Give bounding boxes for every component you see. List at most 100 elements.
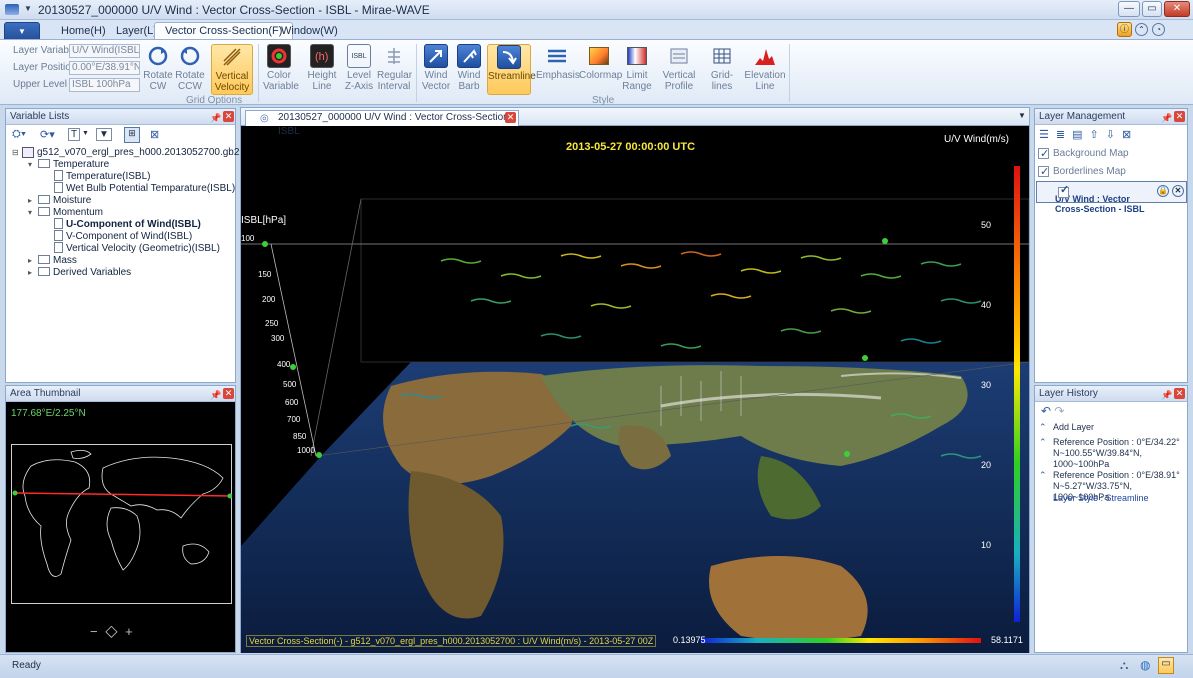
collapse-icon[interactable]: ▾ bbox=[28, 159, 38, 171]
layer-folder-icon[interactable]: ▤ bbox=[1072, 129, 1089, 141]
tree-folder[interactable]: ▾ Momentum bbox=[28, 206, 103, 219]
window-status-icon[interactable]: ▭ bbox=[1158, 657, 1174, 674]
close-button[interactable]: ✕ bbox=[1164, 1, 1190, 17]
undo-icon[interactable]: ↶ bbox=[1041, 404, 1051, 418]
expand-icon[interactable]: ▸ bbox=[28, 267, 38, 279]
tree-variable[interactable]: U-Component of Wind(ISBL) bbox=[54, 218, 201, 231]
view-footer: Vector Cross-Section(-) - g512_v070_ergl… bbox=[246, 635, 657, 647]
lock-icon[interactable]: 🔒 bbox=[1157, 185, 1169, 197]
pin-icon[interactable]: 📌 bbox=[1161, 111, 1172, 126]
close-panel-icon[interactable]: ✕ bbox=[1174, 388, 1185, 399]
wind-vector-icon bbox=[424, 44, 448, 68]
layer-remove-icon[interactable]: ⊠ bbox=[1122, 129, 1138, 141]
level-zaxis-button[interactable]: ISBL Level Z-Axis bbox=[344, 44, 374, 92]
height-line-button[interactable]: (h) Height Line bbox=[305, 44, 339, 92]
color-variable-button[interactable]: Color Variable bbox=[263, 44, 299, 92]
elevation-line-button[interactable]: Elevation Line bbox=[744, 44, 786, 92]
tree-label: Temperature bbox=[53, 159, 110, 170]
rotate-ccw-button[interactable]: Rotate CCW bbox=[175, 44, 205, 92]
layer-variable-field[interactable]: U/V Wind(ISBL) bbox=[69, 44, 140, 58]
colormap-button[interactable]: Colormap bbox=[579, 44, 622, 81]
close-panel-icon[interactable]: ✕ bbox=[223, 111, 234, 122]
vertical-velocity-button[interactable]: Vertical Velocity bbox=[211, 44, 253, 95]
tree-variable[interactable]: Vertical Velocity (Geometric)(ISBL) bbox=[54, 242, 220, 255]
view-tab[interactable]: ◎ 20130527_000000 U/V Wind : Vector Cros… bbox=[245, 110, 519, 137]
history-style-item[interactable]: Layer Style : Streamline bbox=[1053, 493, 1149, 503]
layers-icon[interactable]: ☰ bbox=[1039, 129, 1056, 141]
tab-window[interactable]: Window(W) bbox=[270, 22, 349, 40]
emphasis-button[interactable]: Emphasis bbox=[536, 44, 580, 81]
tree-variable[interactable]: Wet Bulb Potential Temparature(ISBL) bbox=[54, 182, 235, 195]
collapse-icon[interactable]: ▾ bbox=[28, 207, 38, 219]
layer-position-field[interactable]: 0.00°E/38.91°N~ bbox=[69, 61, 140, 75]
app-icon[interactable] bbox=[5, 4, 19, 15]
tab-list-chevron-icon[interactable]: ▼ bbox=[1018, 111, 1026, 120]
remove-layer-icon[interactable]: ✕ bbox=[1172, 185, 1184, 197]
area-thumbnail-header: Area Thumbnail 📌 ✕ bbox=[6, 386, 235, 402]
regular-interval-button[interactable]: Regular Interval bbox=[377, 44, 412, 92]
expand-tree-icon[interactable]: ⛭▾ bbox=[12, 128, 26, 141]
tree-view-icon[interactable]: ⊞ bbox=[124, 127, 140, 143]
collapse-icon[interactable]: ⊟ bbox=[12, 147, 22, 159]
app-menu-button[interactable]: ▼ bbox=[4, 22, 40, 40]
file-node[interactable]: ⊟ g512_v070_ergl_pres_h000.2013052700.gb2 bbox=[12, 147, 239, 159]
pin-icon[interactable]: 📌 bbox=[1161, 388, 1172, 403]
cross-section-canvas[interactable] bbox=[241, 126, 1029, 653]
text-filter-icon[interactable]: T bbox=[68, 128, 81, 141]
globe-status-icon[interactable]: ◍ bbox=[1140, 658, 1156, 674]
wind-vector-button[interactable]: Wind Vector bbox=[421, 44, 451, 92]
maximize-button[interactable]: ▭ bbox=[1142, 1, 1162, 17]
close-panel-icon[interactable]: ✕ bbox=[223, 388, 234, 399]
wind-barb-button[interactable]: Wind Barb bbox=[454, 44, 484, 92]
zoom-in-icon[interactable]: + bbox=[125, 624, 133, 639]
limit-range-button[interactable]: Limit Range bbox=[620, 44, 654, 92]
level-tick-label: 400 bbox=[277, 360, 291, 369]
checkbox-icon[interactable] bbox=[1038, 164, 1049, 180]
folder-icon bbox=[38, 158, 50, 168]
layer-item-uv-wind[interactable]: U/V Wind : Vector Cross-Section - ISBL 🔒… bbox=[1036, 181, 1187, 214]
vertical-profile-button[interactable]: Vertical Profile bbox=[661, 44, 697, 92]
history-item[interactable]: ⌃ Reference Position : 0°E/34.22° N~100.5… bbox=[1039, 437, 1185, 470]
close-tab-icon[interactable]: ✕ bbox=[505, 112, 516, 123]
history-item[interactable]: ⌃ Add Layer bbox=[1039, 422, 1185, 433]
tree-folder[interactable]: ▸ Mass bbox=[28, 254, 77, 267]
pin-icon[interactable]: 📌 bbox=[210, 111, 221, 126]
layer-move-up-icon[interactable]: ⇧ bbox=[1090, 129, 1106, 141]
minimize-button[interactable]: — bbox=[1118, 1, 1140, 17]
checkbox-icon[interactable] bbox=[1058, 185, 1069, 199]
refresh-icon[interactable]: ⟳▾ bbox=[40, 128, 55, 141]
tree-folder[interactable]: ▾ Temperature bbox=[28, 158, 110, 171]
rotate-cw-button[interactable]: Rotate CW bbox=[143, 44, 173, 92]
zoom-out-icon[interactable]: − bbox=[90, 624, 98, 639]
tree-variable[interactable]: Temperature(ISBL) bbox=[54, 170, 150, 183]
cross-section-view[interactable]: ◎ 20130527_000000 U/V Wind : Vector Cros… bbox=[240, 107, 1030, 653]
upper-level-field[interactable]: ISBL 100hPa bbox=[69, 78, 140, 92]
level-tick-label: 600 bbox=[285, 398, 299, 407]
checkbox-icon[interactable] bbox=[1038, 146, 1049, 162]
layer-item-background[interactable]: Background Map bbox=[1038, 146, 1185, 162]
tree-folder[interactable]: ▸ Derived Variables bbox=[28, 266, 131, 279]
collapse-ribbon-icon[interactable]: ⌃ bbox=[1135, 23, 1148, 36]
world-map-thumbnail[interactable] bbox=[11, 444, 232, 604]
options-icon[interactable]: ◔ bbox=[1152, 23, 1165, 36]
expand-icon[interactable]: ▸ bbox=[28, 255, 38, 267]
layer-stack-icon[interactable]: ≣ bbox=[1056, 129, 1072, 141]
dropdown-chevron-icon[interactable]: ▼ bbox=[82, 130, 89, 137]
tree-folder[interactable]: ▸ Moisture bbox=[28, 194, 91, 207]
redo-icon[interactable]: ↷ bbox=[1054, 404, 1064, 418]
streamline-button[interactable]: Streamline bbox=[487, 44, 536, 95]
clear-icon[interactable]: ⊠ bbox=[150, 128, 159, 141]
network-icon[interactable]: ⛬ bbox=[1120, 658, 1136, 674]
expand-icon[interactable]: ▸ bbox=[28, 195, 38, 207]
grid-lines-button[interactable]: Grid-lines bbox=[701, 44, 743, 92]
layer-item-borderlines[interactable]: Borderlines Map bbox=[1038, 164, 1185, 180]
filter-icon[interactable]: ▼ bbox=[96, 128, 112, 141]
layer-move-down-icon[interactable]: ⇩ bbox=[1106, 129, 1122, 141]
folder-icon bbox=[38, 254, 50, 264]
close-panel-icon[interactable]: ✕ bbox=[1174, 111, 1185, 122]
pin-icon[interactable]: 📌 bbox=[210, 388, 221, 403]
tree-variable[interactable]: V-Component of Wind(ISBL) bbox=[54, 230, 192, 243]
quick-access-chevron-icon[interactable]: ▼ bbox=[24, 4, 32, 13]
help-button[interactable]: ⓘ bbox=[1117, 22, 1132, 37]
pan-icon[interactable]: ◇ bbox=[105, 621, 117, 641]
